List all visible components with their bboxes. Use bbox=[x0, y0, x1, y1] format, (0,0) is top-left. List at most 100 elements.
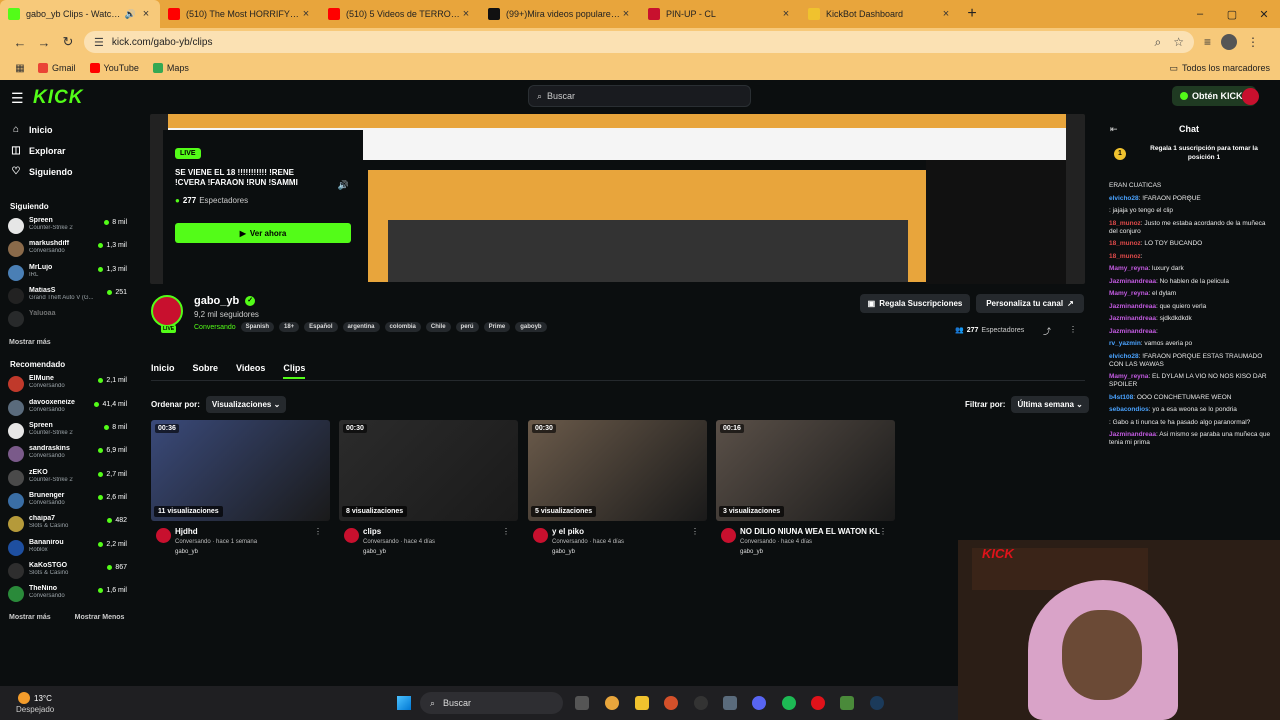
chat-username[interactable]: 18_munoz bbox=[1109, 253, 1141, 260]
chat-username[interactable]: 18_munoz bbox=[1109, 220, 1141, 227]
chrome-icon[interactable] bbox=[605, 696, 619, 710]
chat-username[interactable]: Mamy_reyna bbox=[1109, 265, 1148, 272]
clip-title[interactable]: Hjdhd bbox=[175, 527, 315, 536]
browser-tab[interactable]: (510) The Most HORRIFYING V× bbox=[160, 0, 320, 28]
clip-title[interactable]: clips bbox=[363, 527, 503, 536]
clip-channel-avatar[interactable] bbox=[344, 528, 359, 543]
show-more-recommended[interactable]: Mostrar más bbox=[9, 614, 51, 621]
chat-username[interactable]: Jazminandreaa bbox=[1109, 328, 1156, 335]
kick-logo[interactable]: KICK bbox=[33, 87, 83, 109]
user-avatar[interactable] bbox=[1242, 88, 1259, 105]
channel-tag[interactable]: Español bbox=[304, 322, 338, 332]
close-tab-icon[interactable]: × bbox=[460, 8, 472, 20]
obs-icon[interactable] bbox=[694, 696, 708, 710]
channel-item[interactable]: Spreen Counter-Strike 2 8 mil bbox=[0, 217, 137, 240]
browser-tab[interactable]: gabo_yb Clips - Watch Live 🔊 × bbox=[0, 0, 160, 28]
close-tab-icon[interactable]: × bbox=[620, 8, 632, 20]
customize-channel-button[interactable]: Personaliza tu canal ↗ bbox=[976, 294, 1084, 313]
browser-tab[interactable]: (510) 5 Videos de TERROR EXT× bbox=[320, 0, 480, 28]
spotify-icon[interactable] bbox=[782, 696, 796, 710]
close-tab-icon[interactable]: × bbox=[140, 8, 152, 20]
channel-item[interactable]: Brunenger Conversando 2,6 mil bbox=[0, 492, 137, 515]
url-field[interactable]: ☰ kick.com/gabo-yb/clips ⌕ ☆ bbox=[84, 31, 1194, 53]
clip-channel-avatar[interactable] bbox=[721, 528, 736, 543]
more-options-icon[interactable]: ⋮ bbox=[1247, 35, 1259, 49]
close-tab-icon[interactable]: × bbox=[940, 8, 952, 20]
minimize-icon[interactable]: – bbox=[1184, 8, 1216, 20]
watch-now-button[interactable]: ▶ Ver ahora bbox=[175, 223, 351, 243]
channel-tag[interactable]: gaboyb bbox=[515, 322, 547, 332]
clip-card[interactable]: 00:36 11 visualizaciones Hjdhd Conversando … bbox=[151, 420, 330, 555]
hamburger-menu-icon[interactable]: ☰ bbox=[11, 90, 24, 107]
search-input[interactable]: ⌕ Buscar bbox=[528, 85, 751, 107]
tab-videos[interactable]: Videos bbox=[236, 363, 265, 379]
chat-username[interactable]: Jazminandreaa bbox=[1109, 315, 1156, 322]
clip-channel-avatar[interactable] bbox=[533, 528, 548, 543]
gift-subs-button[interactable]: ▣ Regala Suscripciones bbox=[860, 294, 970, 313]
filter-dropdown[interactable]: Última semana ⌄ bbox=[1011, 396, 1089, 413]
nav-inicio[interactable]: ⌂ Inicio bbox=[0, 119, 137, 140]
chat-username[interactable]: Jazminandreaa bbox=[1109, 278, 1156, 285]
chat-username[interactable]: sebacondios bbox=[1109, 406, 1149, 413]
windows-start-icon[interactable] bbox=[397, 696, 411, 710]
forward-icon[interactable]: → bbox=[32, 35, 56, 50]
chat-username[interactable]: Mamy_reyna bbox=[1109, 290, 1148, 297]
chat-username[interactable]: Mamy_reyna bbox=[1109, 373, 1148, 380]
chat-username[interactable]: Jazminandreaa bbox=[1109, 303, 1156, 310]
channel-item[interactable]: Yaluoaa bbox=[0, 310, 137, 333]
profile-avatar-icon[interactable] bbox=[1221, 34, 1238, 50]
clip-options-icon[interactable]: ⋮ bbox=[502, 527, 510, 536]
channel-tag[interactable]: Prime bbox=[483, 322, 511, 332]
minecraft-icon[interactable] bbox=[840, 696, 854, 710]
clip-thumbnail[interactable]: 00:30 5 visualizaciones bbox=[528, 420, 707, 521]
channel-item[interactable]: Bananirou Roblox 2,2 mil bbox=[0, 539, 137, 562]
clip-channel[interactable]: gabo_yb bbox=[175, 549, 198, 555]
clip-title[interactable]: y el piko bbox=[552, 527, 692, 536]
taskbar-search[interactable]: ⌕ Buscar bbox=[420, 692, 563, 714]
channel-category[interactable]: Conversando bbox=[194, 324, 236, 331]
app-icon[interactable] bbox=[664, 696, 678, 710]
menu-list-icon[interactable]: ≡ bbox=[1204, 35, 1211, 49]
weather-widget[interactable]: 13°C bbox=[18, 692, 52, 704]
explorer-icon[interactable] bbox=[635, 696, 649, 710]
channel-item[interactable]: Spreen Counter-Strike 2 8 mil bbox=[0, 422, 137, 445]
chat-username[interactable]: 18_munoz bbox=[1109, 240, 1141, 247]
taskview-icon[interactable] bbox=[575, 696, 589, 710]
clip-card[interactable]: 00:16 3 visualizaciones NO DILIO NIUNA WEA… bbox=[716, 420, 895, 555]
pinned-gift-banner[interactable]: 1 Regala 1 suscripción para tomar la pos… bbox=[1098, 138, 1280, 200]
channel-tag[interactable]: argentina bbox=[342, 322, 380, 332]
channel-item[interactable]: sandraskins Conversando 6,9 mil bbox=[0, 445, 137, 468]
clip-options-icon[interactable]: ⋮ bbox=[314, 527, 322, 536]
clip-channel[interactable]: gabo_yb bbox=[740, 549, 763, 555]
zoom-icon[interactable]: ⌕ bbox=[1155, 35, 1162, 50]
bookmark-star-icon[interactable]: ☆ bbox=[1173, 35, 1184, 49]
channel-tag[interactable]: 18+ bbox=[278, 322, 300, 332]
chat-username[interactable]: b4st108 bbox=[1109, 394, 1133, 401]
browser-tab[interactable]: (99+)Mira videos populares se × bbox=[480, 0, 640, 28]
channel-item[interactable]: MrLujo IRL 1,3 mil bbox=[0, 264, 137, 287]
channel-item[interactable]: chaipa7 Slots & Casino 482 bbox=[0, 515, 137, 538]
channel-avatar[interactable] bbox=[151, 295, 183, 327]
app2-icon[interactable] bbox=[723, 696, 737, 710]
channel-item[interactable]: ElMune Conversando 2,1 mil bbox=[0, 375, 137, 398]
more-actions-icon[interactable]: ⋮ bbox=[1069, 325, 1077, 334]
nav-explorar[interactable]: ◫ Explorar bbox=[0, 140, 137, 161]
channel-tag[interactable]: Spanish bbox=[240, 322, 274, 332]
channel-item[interactable]: davooxeneize Conversando 41,4 mil bbox=[0, 399, 137, 422]
browser-tab[interactable]: PIN-UP - CL × bbox=[640, 0, 800, 28]
clip-channel-avatar[interactable] bbox=[156, 528, 171, 543]
channel-item[interactable]: KaKoSTGO Slots & Casino 867 bbox=[0, 562, 137, 585]
channel-tag[interactable]: perú bbox=[455, 322, 479, 332]
bookmark-item[interactable]: Maps bbox=[152, 63, 189, 73]
browser-tab[interactable]: KickBot Dashboard × bbox=[800, 0, 960, 28]
tab-clips[interactable]: Clips bbox=[283, 363, 306, 379]
apps-grid-icon[interactable]: ▦ bbox=[8, 63, 32, 74]
channel-item[interactable]: markushdiff Conversando 1,3 mil bbox=[0, 240, 137, 263]
clip-options-icon[interactable]: ⋮ bbox=[691, 527, 699, 536]
clip-card[interactable]: 00:30 5 visualizaciones y el piko Conversan… bbox=[528, 420, 707, 555]
clip-thumbnail[interactable]: 00:36 11 visualizaciones bbox=[151, 420, 330, 521]
bookmark-item[interactable]: YouTube bbox=[89, 63, 139, 73]
sort-dropdown[interactable]: Visualizaciones ⌄ bbox=[205, 396, 287, 413]
steam-icon[interactable] bbox=[870, 696, 884, 710]
tab-inicio[interactable]: Inicio bbox=[151, 363, 175, 379]
